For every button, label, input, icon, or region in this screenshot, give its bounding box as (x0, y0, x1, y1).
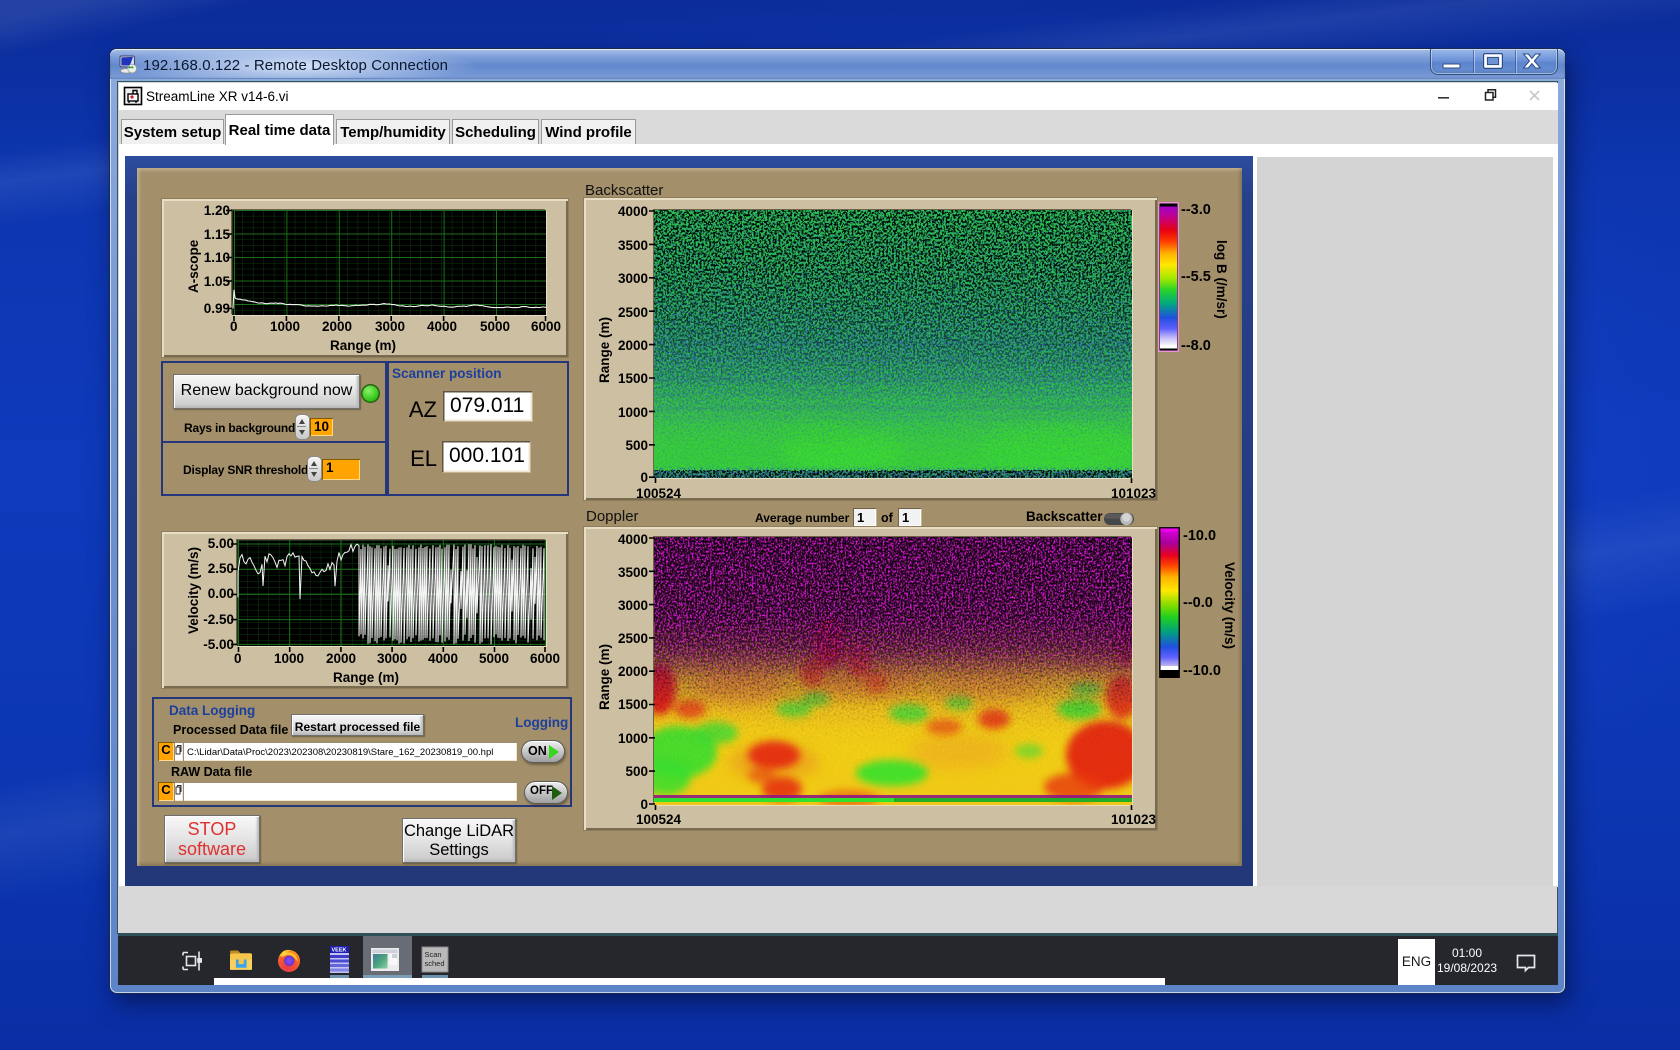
svg-text:Scan: Scan (425, 950, 442, 959)
svg-text:VEEK: VEEK (332, 948, 347, 954)
svg-text:sched: sched (425, 959, 445, 968)
